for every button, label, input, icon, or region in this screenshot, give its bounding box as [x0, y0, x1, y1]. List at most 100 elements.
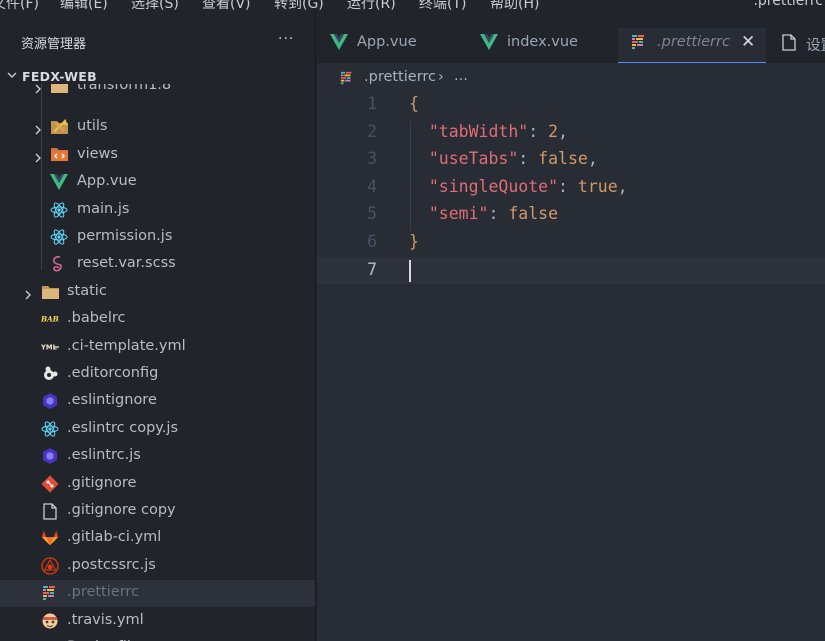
code-token: :: [488, 204, 509, 224]
travis-icon: [41, 612, 59, 630]
code-token: }: [409, 232, 419, 251]
tree-item-label: .gitlab-ci.yml: [67, 529, 162, 546]
line-number: 7: [367, 259, 377, 279]
gitlab-icon: [41, 529, 59, 547]
tree-file[interactable]: .postcssrc.js: [0, 553, 315, 580]
tree-file[interactable]: .eslintrc copy.js: [0, 416, 315, 443]
tree-file[interactable]: .prettierrc: [0, 580, 315, 608]
explorer-sidebar: 资源管理器 ··· FEDX-WEB transform1.8 utils view…: [0, 10, 316, 641]
code-token: "singleQuote": [428, 176, 559, 196]
code-text: "useTabs": false,: [409, 149, 598, 168]
react-icon: [50, 201, 68, 219]
vue-icon: [480, 33, 498, 51]
tree-file[interactable]: .gitignore: [0, 471, 315, 498]
menu-selection[interactable]: 选择(S): [131, 0, 179, 10]
tab-settings[interactable]: 设置: [766, 28, 825, 63]
code-text: {: [409, 94, 419, 113]
tree-item-label: .gitignore: [67, 474, 137, 491]
tree-item-label: .gitignore copy: [67, 502, 176, 518]
tree-item-label: .prettierrc: [67, 584, 140, 601]
folder-icon: [41, 283, 59, 301]
text-cursor: [409, 259, 411, 282]
menu-run[interactable]: 运行(R): [347, 0, 396, 10]
file-icon: [780, 33, 798, 51]
menu-terminal[interactable]: 终端(T): [419, 0, 466, 10]
eslint-icon: [41, 447, 59, 465]
chevron-right-icon[interactable]: [32, 121, 44, 135]
tree-file[interactable]: .travis.yml: [0, 608, 315, 635]
breadcrumb-more[interactable]: ...: [454, 68, 468, 84]
code-token: 2: [548, 121, 559, 141]
code-token: "useTabs": [428, 149, 519, 169]
editor[interactable]: .prettierrc › ... 1{2 "tabWidth": 2, 3 "u…: [317, 63, 825, 641]
tree-folder[interactable]: views: [0, 142, 315, 169]
chevron-right-icon[interactable]: [22, 286, 34, 300]
code-text: }: [409, 232, 419, 251]
code-token: false: [508, 204, 559, 224]
tree-item-label: .ci-template.yml: [67, 337, 186, 354]
tree-file[interactable]: .gitlab-ci.yml: [0, 525, 315, 552]
code-line[interactable]: 5 "semi": false: [317, 201, 825, 229]
tree-file[interactable]: YML .ci-template.yml: [0, 334, 315, 361]
eslint-icon: [41, 392, 59, 410]
breadcrumb-file[interactable]: .prettierrc: [364, 69, 436, 85]
tree-item-label: utils: [77, 118, 108, 135]
tab-index-vue[interactable]: index.vue: [467, 28, 617, 63]
code-token: ,: [587, 149, 598, 169]
tree-folder[interactable]: transform1.8: [0, 84, 315, 100]
chevron-down-icon: [7, 72, 17, 78]
vue-icon: [50, 173, 68, 191]
tree-file[interactable]: Dockerfile: [0, 635, 315, 641]
tree-file[interactable]: .editorconfig: [0, 361, 315, 388]
code-token: :: [518, 149, 539, 169]
tree-item-label: static: [67, 282, 107, 299]
menu-view[interactable]: 查看(V): [202, 0, 251, 10]
tree-item-label: main.js: [77, 200, 130, 217]
code-line[interactable]: 2 "tabWidth": 2,: [317, 119, 825, 147]
yaml-icon: YML: [41, 338, 59, 356]
tree-file[interactable]: .gitignore copy: [0, 498, 315, 525]
tree-file[interactable]: .eslintignore: [0, 388, 315, 415]
tree-file[interactable]: BABEL .babelrc: [0, 306, 315, 333]
tree-item-label: permission.js: [77, 228, 173, 244]
explorer-title: 资源管理器: [21, 37, 87, 52]
close-icon[interactable]: ✕: [741, 32, 755, 52]
breadcrumb-separator: ›: [438, 69, 444, 85]
menu-file[interactable]: 文件(F): [0, 0, 39, 10]
menu-help[interactable]: 帮助(H): [490, 0, 539, 10]
chevron-right-icon[interactable]: [32, 84, 44, 94]
more-actions-button[interactable]: ···: [278, 31, 294, 47]
code-line[interactable]: 1{: [317, 91, 825, 119]
code-line[interactable]: 7: [317, 256, 825, 285]
tree-folder[interactable]: utils: [0, 114, 315, 141]
code-token: "semi": [428, 204, 489, 224]
prettier-icon: [339, 70, 355, 86]
menu-goto[interactable]: 转到(G): [274, 0, 324, 10]
breadcrumb: .prettierrc › ...: [317, 63, 825, 91]
tree-file[interactable]: permission.js: [0, 224, 315, 251]
tab-label: 设置: [806, 38, 825, 54]
tree-folder[interactable]: static: [0, 279, 315, 306]
tab-prettierrc[interactable]: .prettierrc ✕: [618, 28, 766, 63]
code-line[interactable]: 4 "singleQuote": true,: [317, 174, 825, 202]
menu-bar: 文件(F) 编辑(E) 选择(S) 查看(V) 转到(G) 运行(R) 终端(T…: [0, 0, 825, 10]
tree-file[interactable]: .eslintrc.js: [0, 443, 315, 470]
code-area[interactable]: 1{2 "tabWidth": 2, 3 "useTabs": false, 4 "…: [317, 91, 825, 641]
code-token: {: [409, 94, 419, 113]
code-line[interactable]: 3 "useTabs": false,: [317, 146, 825, 174]
tree-file[interactable]: App.vue: [0, 169, 315, 196]
line-number: 3: [367, 149, 377, 169]
code-line[interactable]: 6}: [317, 229, 825, 257]
tree-file[interactable]: reset.var.scss: [0, 251, 315, 278]
tree-item-label: .babelrc: [67, 310, 126, 327]
menu-edit[interactable]: 编辑(E): [60, 0, 108, 10]
prettier-icon: [41, 584, 59, 602]
tree-file[interactable]: main.js: [0, 197, 315, 224]
tree-item-label: .eslintrc copy.js: [67, 419, 178, 436]
chevron-right-icon[interactable]: [32, 149, 44, 163]
utils-folder-icon: [50, 118, 68, 136]
tab-app-vue[interactable]: App.vue: [317, 28, 467, 63]
